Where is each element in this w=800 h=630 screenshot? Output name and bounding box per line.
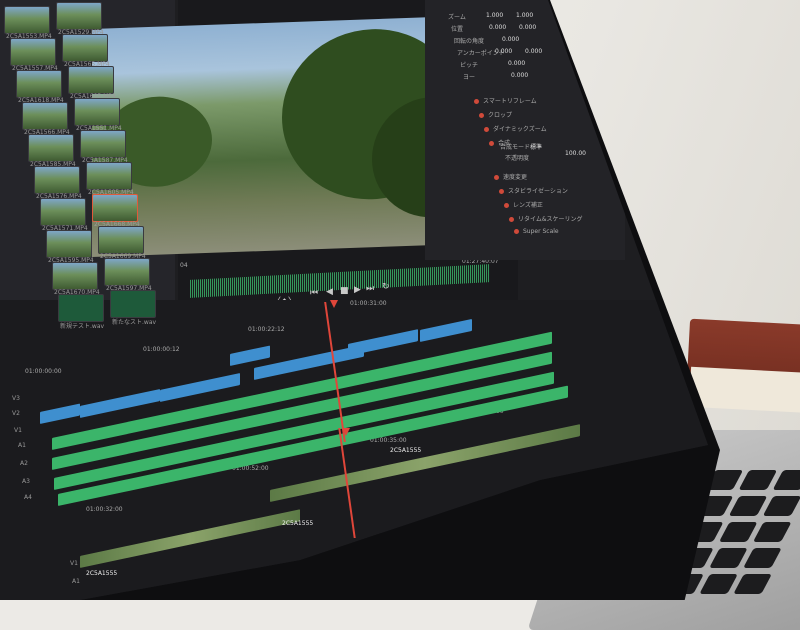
clip-name-label: 2C5A1555	[282, 520, 314, 527]
bottom-track-label: A1	[72, 578, 80, 585]
inspector-label: ズーム	[448, 14, 466, 21]
track-label: A4	[24, 494, 32, 501]
section-enable-icon[interactable]	[484, 127, 489, 132]
inspector-label: 位置	[451, 26, 464, 33]
inspector-x-field[interactable]: 0.000	[495, 48, 512, 59]
section-enable-icon[interactable]	[514, 229, 519, 234]
timeline-ruler-label: 01:00:00:00	[25, 368, 62, 375]
media-clip-thumbnail[interactable]	[16, 70, 62, 98]
media-clip-thumbnail[interactable]	[10, 38, 56, 66]
viewer-timecode-left: 04	[180, 262, 188, 269]
laptop-screen: 04 01:27:40:07 〈◆〉 ⏮ ◀ ■ ▶ ⏭ ↻ 2C5A1553.…	[0, 0, 800, 600]
section-label: ダイナミックズーム	[493, 126, 547, 133]
section-enable-icon[interactable]	[479, 113, 484, 118]
timeline-ruler-label: 01:00:31:00	[350, 300, 387, 307]
section-enable-icon[interactable]	[489, 141, 494, 146]
inspector-label: ピッチ	[460, 62, 479, 69]
media-clip-thumbnail[interactable]	[58, 294, 104, 322]
media-clip-thumbnail[interactable]	[110, 290, 156, 318]
section-label: スマートリフレーム	[483, 98, 537, 105]
inspector-label: 回転の角度	[454, 38, 485, 45]
media-clip-thumbnail[interactable]	[68, 66, 114, 94]
clip-name-label: 2C5A1555	[390, 447, 422, 454]
inspector-section-1[interactable]: クロップ	[479, 110, 512, 121]
timeline-ruler-label: 01:00:00:12	[143, 346, 180, 353]
track-label: V3	[12, 395, 20, 402]
media-clip-thumbnail[interactable]	[4, 6, 50, 34]
media-clip-thumbnail[interactable]	[52, 262, 98, 290]
section-enable-icon[interactable]	[504, 203, 509, 208]
section-enable-icon[interactable]	[499, 189, 504, 194]
timeline-ruler-label: 01:00:22:12	[248, 326, 285, 333]
inspector-y-field[interactable]: 0.000	[519, 24, 536, 35]
media-clip-thumbnail[interactable]	[74, 98, 120, 126]
media-clip-thumbnail[interactable]	[34, 166, 80, 194]
media-clip-thumbnail[interactable]	[62, 34, 108, 62]
section-label: スタビライゼーション	[508, 188, 568, 195]
media-clip-thumbnail[interactable]	[28, 134, 74, 162]
inspector-section-0[interactable]: スマートリフレーム	[474, 96, 537, 107]
inspector-section-2[interactable]: ダイナミックズーム	[484, 124, 547, 135]
media-clip-name: 新規テスト.wav	[60, 323, 105, 330]
section-enable-icon[interactable]	[474, 99, 479, 104]
media-clip-thumbnail[interactable]	[22, 102, 68, 130]
media-clip-thumbnail[interactable]	[46, 230, 92, 258]
section-label: クロップ	[488, 112, 513, 119]
track-label: A2	[20, 460, 28, 467]
inspector-section-5[interactable]: スタビライゼーション	[499, 186, 568, 197]
section-enable-icon[interactable]	[494, 175, 499, 180]
loop-button[interactable]: ↻	[382, 282, 390, 292]
inspector-section-8[interactable]: Super Scale	[514, 228, 559, 239]
inspector-value-field[interactable]: 0.000	[511, 72, 528, 83]
play-reverse-button[interactable]: ◀	[326, 287, 333, 297]
skip-back-button[interactable]: ⏮	[310, 288, 318, 298]
section-label: 速度変更	[503, 174, 528, 181]
timeline-ruler-label: 01:00:32:00	[86, 506, 123, 513]
track-label: A1	[18, 442, 26, 449]
section-label: Super Scale	[523, 228, 559, 235]
track-label: V2	[12, 410, 20, 417]
track-label: A3	[22, 478, 30, 485]
inspector-value-field[interactable]: 0.000	[502, 36, 519, 47]
composite-mode-value[interactable]: 標準	[530, 142, 542, 153]
media-clip-thumbnail[interactable]	[40, 198, 86, 226]
media-clip-thumbnail[interactable]	[98, 226, 144, 254]
inspector-y-field[interactable]: 1.000	[516, 12, 533, 23]
composite-mode-label: 合成モード	[500, 144, 531, 151]
section-enable-icon[interactable]	[509, 217, 514, 222]
stop-button[interactable]: ■	[340, 286, 349, 296]
media-clip-thumbnail[interactable]	[92, 194, 138, 222]
inspector-y-field[interactable]: 0.000	[525, 48, 542, 59]
inspector-label: ヨー	[463, 74, 476, 81]
inspector-section-7[interactable]: リタイム&スケーリング	[509, 214, 583, 225]
track-label: V1	[14, 427, 22, 434]
inspector-x-field[interactable]: 0.000	[489, 24, 506, 35]
section-label: レンズ補正	[513, 202, 543, 209]
skip-forward-button[interactable]: ⏭	[366, 284, 374, 294]
clip-name-label: 2C5A1555	[86, 570, 118, 577]
inspector-section-6[interactable]: レンズ補正	[504, 200, 543, 211]
play-button[interactable]: ▶	[354, 285, 361, 295]
inspector-value-field[interactable]: 0.000	[508, 60, 525, 71]
inspector-x-field[interactable]: 1.000	[486, 12, 503, 23]
section-label: リタイム&スケーリング	[518, 216, 583, 223]
media-clip-thumbnail[interactable]	[104, 258, 150, 286]
opacity-value[interactable]: 100.00	[565, 150, 586, 161]
media-clip-name: 新たなスト.wav	[112, 319, 157, 326]
opacity-label: 不透明度	[505, 155, 530, 162]
media-clip-thumbnail[interactable]	[86, 162, 132, 190]
media-clip-thumbnail[interactable]	[56, 2, 102, 30]
media-clip-thumbnail[interactable]	[80, 130, 126, 158]
inspector-section-4[interactable]: 速度変更	[494, 172, 527, 183]
bottom-track-label: V1	[70, 560, 78, 567]
